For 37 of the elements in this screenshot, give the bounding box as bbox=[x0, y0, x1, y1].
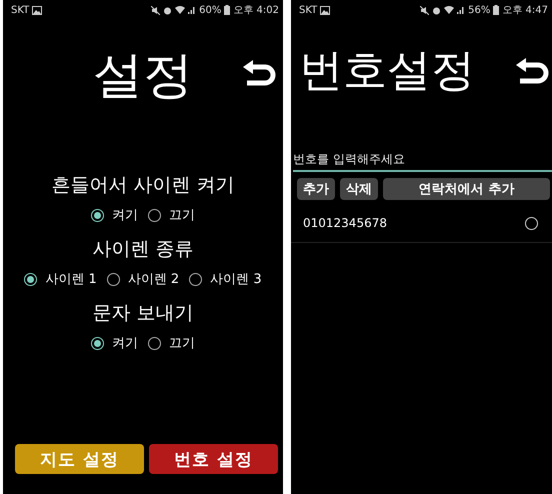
nav-button[interactable]: 번호 설정 bbox=[149, 444, 278, 474]
signal-icon bbox=[457, 6, 466, 14]
wifi-icon bbox=[175, 6, 186, 14]
radio-button[interactable] bbox=[525, 216, 538, 230]
action-button[interactable]: 추가 bbox=[297, 178, 335, 200]
section-heading: 문자 보내기 bbox=[92, 301, 194, 326]
clock-text: 오후 4:47 bbox=[502, 4, 548, 17]
battery-text: 56% bbox=[468, 4, 490, 16]
battery-text: 60% bbox=[199, 4, 222, 16]
image-icon bbox=[320, 6, 330, 14]
action-button[interactable]: 연락처에서 추가 bbox=[383, 178, 550, 200]
wifi-icon bbox=[444, 6, 454, 14]
phone-number-text: 01012345678 bbox=[303, 216, 387, 230]
radio-option[interactable]: 끄기 bbox=[148, 334, 195, 352]
radio-option[interactable]: 켜기 bbox=[91, 334, 138, 352]
clock-text: 오후 4:02 bbox=[233, 4, 279, 17]
carrier-text: SKT bbox=[299, 4, 318, 16]
radio-option[interactable]: 사이렌 3 bbox=[189, 270, 262, 288]
radio-option[interactable]: 켜기 bbox=[91, 206, 138, 224]
radio-option[interactable]: 사이렌 2 bbox=[106, 270, 180, 288]
back-icon[interactable] bbox=[241, 58, 277, 86]
mute-icon bbox=[420, 6, 430, 14]
screen-title: 설정 bbox=[93, 44, 193, 106]
section-heading: 사이렌 종류 bbox=[92, 237, 194, 262]
mute-icon bbox=[151, 6, 160, 14]
radio-option[interactable]: 사이렌 1 bbox=[24, 270, 97, 288]
signal-icon bbox=[188, 6, 196, 14]
battery-icon bbox=[224, 5, 230, 15]
back-icon[interactable] bbox=[514, 56, 550, 84]
battery-icon bbox=[493, 5, 500, 15]
image-icon bbox=[32, 6, 42, 14]
carrier-text: SKT bbox=[11, 4, 30, 16]
action-button[interactable]: 삭제 bbox=[340, 178, 378, 200]
number-input-field[interactable]: 번호를 입력해주세요 bbox=[293, 150, 552, 172]
radio-option[interactable]: 끄기 bbox=[148, 206, 195, 224]
screen-title: 번호설정 bbox=[299, 44, 475, 98]
section-heading: 흔들어서 사이렌 켜기 bbox=[51, 173, 235, 198]
